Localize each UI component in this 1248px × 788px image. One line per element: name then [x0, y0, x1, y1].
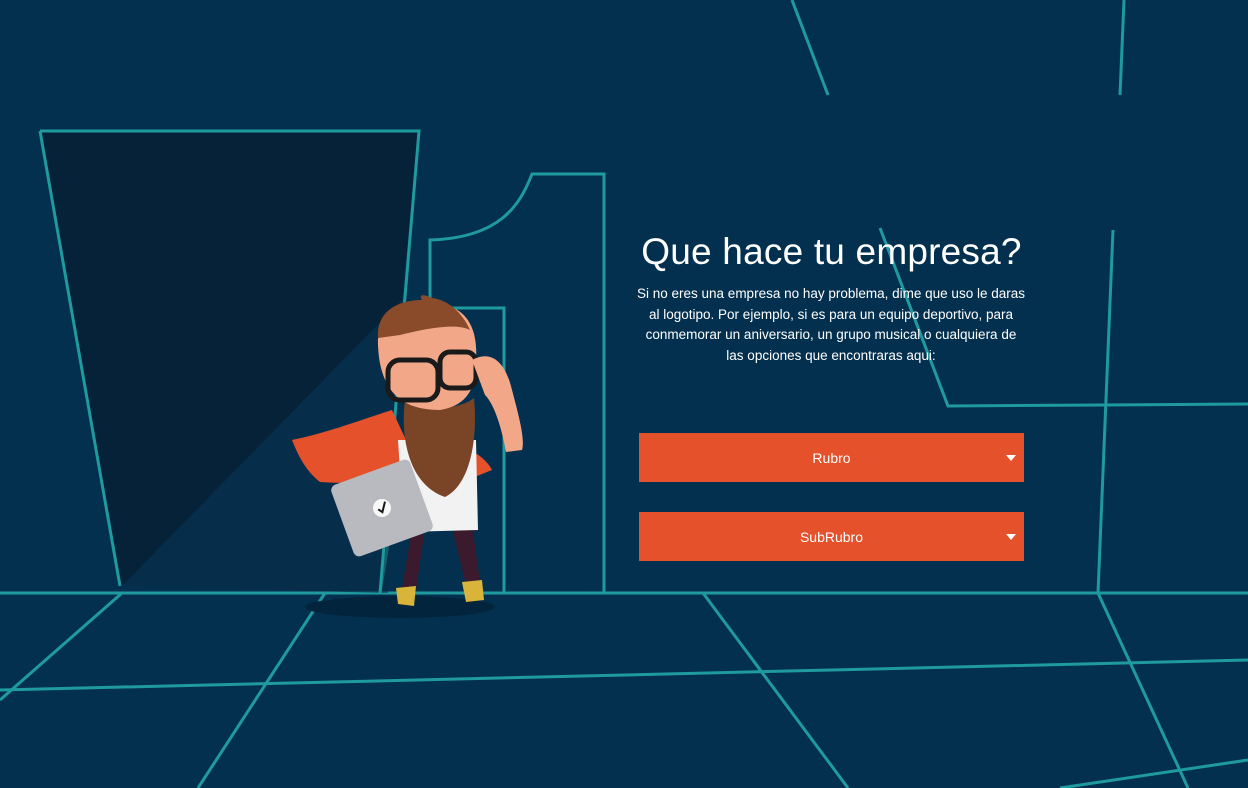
page-description: Si no eres una empresa no hay problema, …	[637, 286, 1025, 363]
subrubro-select[interactable]: SubRubro	[639, 512, 1024, 561]
chevron-down-icon	[1006, 455, 1016, 461]
subrubro-select-label: SubRubro	[799, 528, 864, 545]
page-title: Que hace tu empresa?	[641, 231, 1022, 272]
page: Que hace tu empresa? Si no eres una empr…	[0, 0, 1248, 788]
chevron-down-icon	[1006, 534, 1016, 540]
background-illustration	[0, 0, 1248, 788]
intro-block: Que hace tu empresa? Si no eres una empr…	[637, 228, 1025, 366]
rubro-select[interactable]: Rubro	[639, 433, 1024, 482]
rubro-select-label: Rubro	[812, 449, 851, 466]
